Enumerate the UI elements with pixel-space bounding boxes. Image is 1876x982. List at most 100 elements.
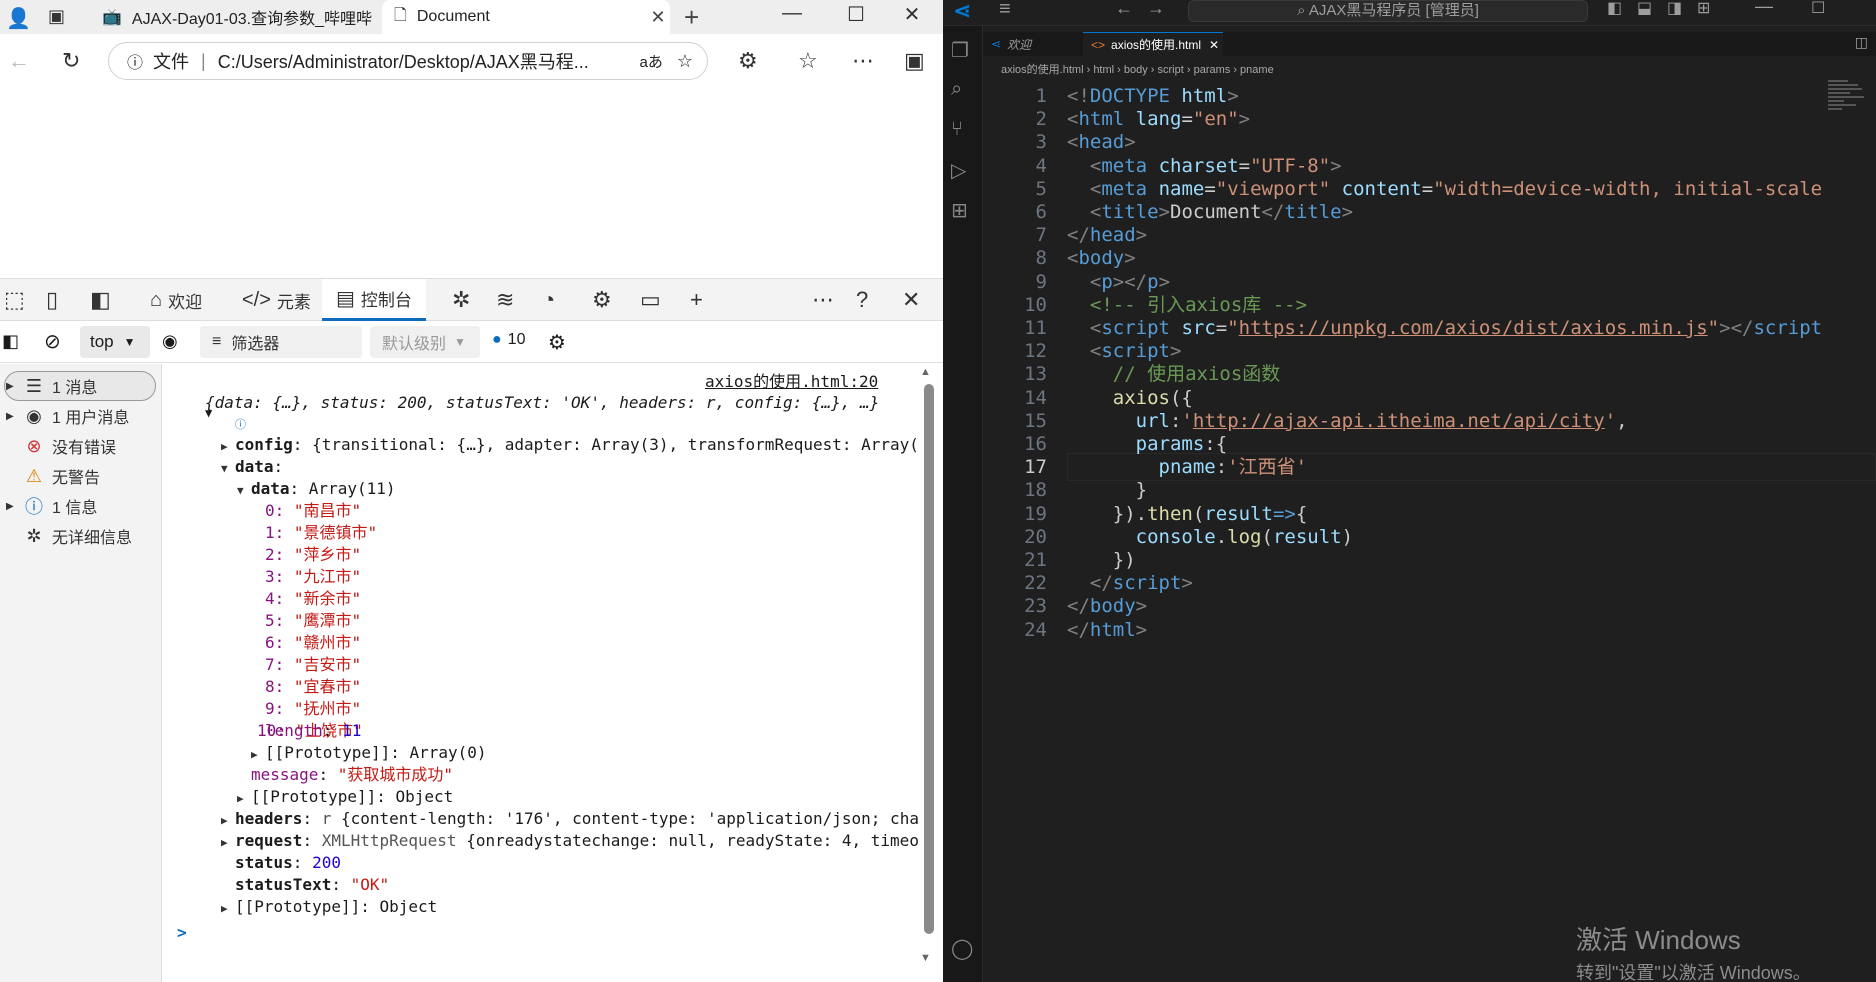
more-tools-icon[interactable]: ⋯ — [812, 287, 834, 313]
menu-icon[interactable]: ≡ — [999, 0, 1011, 21]
sidebar-toggle-icon[interactable]: ◧ — [2, 331, 19, 352]
sidebar-item-warnings[interactable]: ⚠ 无警告 — [0, 462, 160, 490]
context-select[interactable]: top ▼ — [80, 326, 150, 358]
layout-panel-icon[interactable]: ⬓ — [1637, 0, 1652, 18]
source-control-icon[interactable]: ⑂ — [951, 118, 963, 141]
request-value: {onreadystatechange: null, readyState: 4… — [466, 831, 919, 850]
maximize-icon[interactable]: ☐ — [836, 2, 876, 27]
log-summary-row[interactable]: {data: {…}, status: 200, statusText: 'OK… — [205, 392, 879, 414]
back-icon[interactable]: ← — [1115, 0, 1133, 19]
refresh-icon[interactable]: ↻ — [62, 48, 80, 74]
info-icon[interactable]: ⓘ — [127, 49, 143, 73]
breadcrumb-item[interactable]: pname — [1240, 64, 1274, 76]
console-prompt[interactable]: > — [177, 922, 187, 944]
search-icon[interactable]: ⌕ — [951, 78, 962, 101]
favorites-icon[interactable]: ☆ — [798, 48, 818, 74]
close-tab-icon[interactable]: ✕ — [646, 7, 670, 28]
collapse-arrow-icon[interactable]: ▼ — [205, 402, 212, 424]
sidebar-label: 无详细信息 — [52, 530, 133, 547]
extensions-icon[interactable]: ⚙ — [738, 48, 758, 74]
code-editor[interactable]: 1 <!DOCTYPE html> 2 <html lang="en"> 3 <head>… — [983, 82, 1876, 982]
log-level-select[interactable]: 默认级别 ▼ — [370, 326, 480, 358]
tree-row-request[interactable]: ▶ request: XMLHttpRequest {onreadystatech… — [221, 830, 919, 854]
filter-input[interactable]: ≡ 筛选器 — [200, 326, 362, 358]
read-aloud-icon[interactable]: aあ — [640, 51, 663, 72]
breadcrumb-item[interactable]: script — [1158, 64, 1184, 76]
extensions-icon[interactable]: ⊞ — [951, 198, 968, 223]
layout-secondary-icon[interactable]: ◨ — [1667, 0, 1682, 18]
sidebar-item-errors[interactable]: ⊗ 没有错误 — [0, 432, 160, 460]
close-devtools-icon[interactable]: ✕ — [902, 287, 920, 313]
more-icon[interactable]: ⋯ — [852, 48, 874, 74]
sidebar-item-user-messages[interactable]: ▶ ◉ 1 用户消息 — [0, 402, 160, 430]
minimize-icon[interactable]: — — [772, 2, 812, 25]
application-icon[interactable]: ▭ — [640, 287, 661, 313]
favorite-star-icon[interactable]: ☆ — [677, 51, 693, 72]
tree-row-headers[interactable]: ▶ headers: r {content-length: '176', cont… — [221, 808, 919, 832]
eye-icon[interactable]: ◉ — [162, 331, 178, 352]
sidebar-item-messages[interactable]: ▶ ☰ 1 消息 — [0, 372, 160, 400]
tree-row-statustext: statusText: "OK" — [235, 875, 390, 894]
maximize-icon[interactable]: ☐ — [1811, 0, 1825, 18]
close-window-icon[interactable]: ✕ — [892, 2, 932, 27]
tab-elements[interactable]: </> 元素 — [236, 279, 317, 321]
tab-actions-icon[interactable]: ▣ — [48, 6, 65, 27]
tab-document[interactable]: 🗋 Document ✕ — [382, 0, 670, 34]
issues-counter[interactable]: ● 10 — [492, 331, 525, 349]
settings-gear-icon[interactable]: ⚙ — [592, 287, 612, 313]
breadcrumb-item[interactable]: html — [1093, 64, 1114, 76]
account-icon[interactable]: ◯ — [951, 936, 973, 961]
split-editor-icon[interactable]: ◫ — [1855, 34, 1868, 51]
sidebar-item-verbose[interactable]: ✲ 无详细信息 — [0, 522, 160, 550]
source-link[interactable]: axios的使用.html:20 — [705, 371, 878, 393]
bug-icon[interactable]: ✲ — [452, 287, 470, 313]
device-icon[interactable]: ▯ — [46, 287, 58, 313]
help-icon[interactable]: ? — [856, 287, 868, 313]
clear-console-icon[interactable]: ⊘ — [44, 329, 61, 354]
tab-console[interactable]: ▤ 控制台 — [322, 279, 426, 321]
key-label: [[Prototype]] — [235, 897, 361, 916]
tab-axios-html[interactable]: <> axios的使用.html ✕ — [1083, 32, 1223, 56]
tree-row-prototype-array[interactable]: ▶ [[Prototype]]: Array(0) — [251, 742, 487, 766]
forward-icon[interactable]: → — [1147, 0, 1165, 19]
profile-icon[interactable]: 👤 — [6, 6, 31, 31]
close-tab-icon[interactable]: ✕ — [1209, 38, 1219, 52]
breadcrumb-item[interactable]: axios的使用.html — [1001, 64, 1084, 76]
tree-row-data[interactable]: ▼ data: — [221, 456, 283, 480]
customize-layout-icon[interactable]: ⊞ — [1697, 0, 1710, 18]
tab-welcome[interactable]: ⌂ 欢迎 — [144, 279, 208, 321]
info-badge-icon[interactable]: ⓘ — [235, 414, 246, 436]
tree-row-prototype-object[interactable]: ▶ [[Prototype]]: Object — [237, 786, 453, 810]
new-tab-button[interactable]: + — [684, 2, 699, 33]
array-item-row: 7: "吉安市" — [265, 654, 361, 676]
tab-welcome[interactable]: ⋖ 欢迎 — [983, 32, 1083, 56]
dock-icon[interactable]: ◧ — [90, 287, 111, 313]
run-debug-icon[interactable]: ▷ — [951, 158, 966, 183]
scroll-up-icon[interactable]: ▲ — [920, 366, 931, 378]
console-settings-icon[interactable]: ⚙ — [548, 330, 566, 355]
code-line[interactable]: </html> — [1067, 616, 1147, 644]
tree-row-config[interactable]: ▶ config: {transitional: {…}, adapter: Ar… — [221, 434, 919, 458]
back-icon[interactable]: ← — [8, 48, 30, 74]
explorer-icon[interactable]: ❐ — [951, 38, 969, 63]
inspect-icon[interactable]: ⬚ — [4, 287, 25, 313]
layout-sidebar-icon[interactable]: ◧ — [1607, 0, 1622, 18]
network-icon[interactable]: ≋ — [496, 287, 514, 313]
console-scrollbar[interactable] — [924, 384, 934, 934]
scroll-down-icon[interactable]: ▼ — [920, 952, 931, 964]
minimize-icon[interactable]: — — [1755, 0, 1773, 17]
breadcrumb-item[interactable]: body — [1124, 64, 1148, 76]
sidebar-item-info[interactable]: ▶ ⓘ 1 信息 — [0, 492, 160, 520]
performance-icon[interactable]: ◔ — [542, 287, 555, 313]
tree-row-data-array[interactable]: ▼ data: Array(11) — [237, 478, 396, 502]
console-toolbar: ◧ ⊘ top ▼ ◉ ≡ 筛选器 默认级别 ▼ ● 10 ⚙ — [0, 321, 943, 363]
command-center-search[interactable]: ⌕ AJAX黑马程序员 [管理员] — [1188, 0, 1588, 22]
tree-row-prototype[interactable]: ▶ [[Prototype]]: Object — [221, 896, 437, 920]
breadcrumb-item[interactable]: params — [1194, 64, 1231, 76]
minimap[interactable] — [1828, 80, 1868, 140]
address-bar[interactable]: ⓘ 文件 | C:/Users/Administrator/Desktop/AJ… — [108, 42, 708, 80]
tab-bilibili[interactable]: 📺 AJAX-Day01-03.查询参数_哔哩哔 — [92, 0, 382, 34]
sidebar-toggle-icon[interactable]: ▣ — [904, 48, 925, 74]
add-tool-icon[interactable]: + — [690, 287, 703, 313]
browser-window: 👤 ▣ 📺 AJAX-Day01-03.查询参数_哔哩哔 🗋 Document … — [0, 0, 943, 982]
